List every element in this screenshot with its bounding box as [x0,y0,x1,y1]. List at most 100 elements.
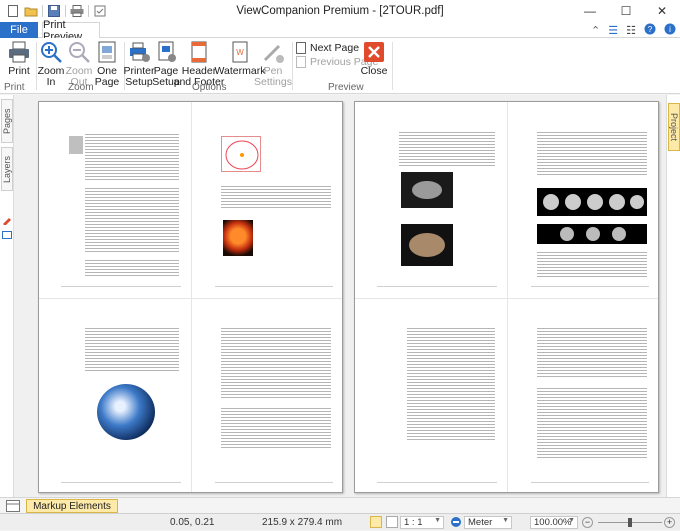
layers-panel-tab[interactable]: Layers [1,147,13,191]
asteroid-image [401,172,453,208]
asteroid-image [401,224,453,266]
group-label-options: Options [192,82,227,93]
bottom-panel-bar: Markup Elements [0,497,680,513]
page-footer [61,482,181,483]
right-side-panel: Project [666,95,680,497]
question-icon[interactable]: ? [644,23,656,38]
zoom-in-icon [41,42,62,63]
zoom-select[interactable]: 100.00% ▼ [530,516,578,529]
sheet-divider [355,298,658,299]
zoom-out-icon [69,42,90,63]
group-label-print: Print [4,82,25,93]
tab-file[interactable]: File [0,22,38,38]
status-bar: 0.05, 0.21 215.9 x 279.4 mm 1 : 1 ▼ Meter… [0,513,680,530]
planet-image [537,224,647,244]
new-document-icon[interactable] [6,5,20,18]
sheet-divider [39,298,342,299]
close-window-button[interactable]: ✕ [644,0,680,22]
grid-toggle-icon[interactable] [386,516,398,528]
one-page-button[interactable]: One Page [94,40,120,88]
earth-image [97,384,155,440]
zoom-in-small-button[interactable]: + [664,517,675,528]
minimize-button[interactable]: — [572,0,608,22]
planet-phases-image [537,188,647,216]
tab-bar-icons: ⌃ ☰ ☷ ? i [591,22,676,38]
snap-toggle-icon[interactable] [370,516,382,528]
text-block [85,188,179,254]
print-icon[interactable] [70,5,84,18]
close-icon [364,42,384,62]
ribbon: Print Print Zoom In Zoom Out One Page Zo… [0,38,680,94]
text-block [399,132,495,166]
page-footer [215,286,333,287]
print-button[interactable]: Print [6,40,32,77]
save-icon[interactable] [47,5,61,18]
group-label-preview: Preview [328,82,364,93]
orbit-diagram [221,136,261,172]
next-page-button[interactable]: Next Page [296,42,359,54]
group-separator [292,42,293,90]
watermark-icon: W [232,41,248,63]
open-folder-icon[interactable] [24,5,38,18]
group-separator [392,42,393,90]
ribbon-tab-bar: File Print Preview ⌃ ☰ ☷ ? i [0,19,680,43]
previous-page-icon [296,56,306,68]
next-page-icon [296,42,306,54]
window-list-icon[interactable]: ☷ [626,24,636,37]
pen-settings-button[interactable]: Pen Settings [254,40,292,88]
quick-access-toolbar [0,5,107,18]
svg-text:W: W [236,48,244,57]
scale-select[interactable]: 1 : 1 ▼ [400,516,444,529]
preview-page [38,101,343,493]
page-setup-icon [158,41,176,62]
zoom-in-button[interactable]: Zoom In [38,40,64,88]
text-block [537,388,647,458]
customize-icon[interactable] [93,5,107,18]
text-block [221,328,331,398]
zoom-out-button[interactable]: Zoom Out [66,40,92,88]
printer-setup-icon [130,42,150,62]
preview-page [354,101,659,493]
text-block [85,134,179,180]
units-icon [450,516,462,528]
pages-panel-tab[interactable]: Pages [1,99,13,143]
info-icon[interactable]: i [664,23,676,38]
markup-elements-tab[interactable]: Markup Elements [26,499,118,513]
title-bar: ViewCompanion Premium - [2TOUR.pdf] — ☐ … [0,0,680,22]
panel-toggle-icon[interactable] [6,500,20,512]
toolbar-separator [88,5,89,17]
collapse-ribbon-icon[interactable]: ⌃ [591,24,600,37]
text-block [85,260,179,278]
maximize-button[interactable]: ☐ [608,0,644,22]
text-block [537,132,647,176]
page-size: 215.9 x 279.4 mm [262,517,343,528]
layout-icon[interactable]: ☰ [608,24,618,37]
left-side-panel: Pages Layers [0,95,14,497]
page-footer [377,286,497,287]
window-controls: — ☐ ✕ [572,0,680,22]
zoom-slider-thumb[interactable] [628,518,632,527]
zoom-out-small-button[interactable]: − [582,517,593,528]
toolbar-separator [65,5,66,17]
page-footer [531,286,649,287]
printer-setup-button[interactable]: Printer Setup [124,40,154,88]
printer-icon [9,41,29,63]
header-footer-button[interactable]: Header and Footer [174,40,224,88]
portrait-image [69,136,83,154]
tab-print-preview[interactable]: Print Preview [42,19,100,43]
text-block [85,328,179,372]
page-footer [215,482,333,483]
page-footer [377,482,497,483]
text-block [407,328,495,440]
text-block [537,252,647,278]
sun-image [223,220,253,256]
project-panel-tab[interactable]: Project [668,103,680,151]
close-preview-button[interactable]: Close [360,40,388,77]
markup-icon[interactable] [2,215,12,226]
units-select[interactable]: Meter ▼ [464,516,512,529]
pen-icon [263,44,284,63]
text-block [221,408,331,448]
comment-icon[interactable] [2,231,12,241]
text-block [537,328,647,378]
one-page-icon [98,41,116,63]
